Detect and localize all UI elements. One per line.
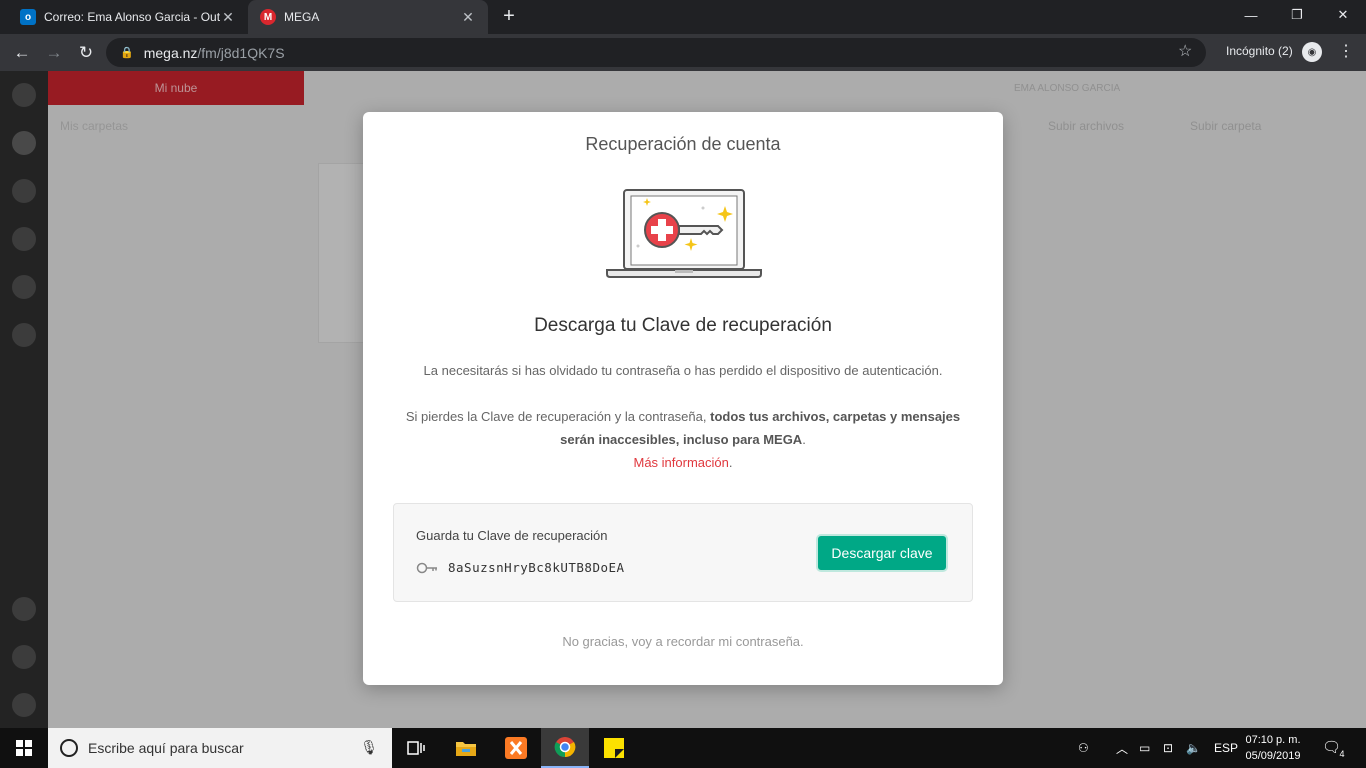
chrome-taskbar-button[interactable]	[541, 728, 589, 768]
clock-date: 05/09/2019	[1245, 750, 1301, 762]
tab-title: Correo: Ema Alonso Garcia - Outl	[44, 10, 220, 24]
tab-outlook[interactable]: o Correo: Ema Alonso Garcia - Outl ✕	[8, 0, 248, 34]
microphone-icon[interactable]: 🎙	[360, 739, 378, 756]
clock-time: 07:10 p. m.	[1245, 734, 1301, 746]
browser-toolbar: ← → ↻ 🔒 mega.nz/fm/j8d1QK7S	[0, 34, 1366, 71]
search-placeholder: Escribe aquí para buscar	[88, 740, 244, 756]
more-info-link[interactable]: Más información	[634, 455, 729, 470]
dialog-paragraph-1: La necesitarás si has olvidado tu contra…	[423, 363, 943, 378]
tab-title: MEGA	[284, 10, 320, 24]
new-tab-button[interactable]: +	[498, 6, 520, 28]
task-view-icon	[407, 741, 425, 755]
volume-icon[interactable]: 🔈	[1186, 728, 1201, 768]
sticky-notes-button[interactable]	[590, 728, 638, 768]
save-key-label: Guarda tu Clave de recuperación	[416, 528, 608, 543]
back-button[interactable]: ←	[10, 41, 34, 65]
chrome-icon	[554, 737, 576, 758]
recovery-key-box: Guarda tu Clave de recuperación 8aSuzsnH…	[393, 503, 973, 602]
more-info-end: .	[728, 455, 733, 470]
recovery-key-value[interactable]: 8aSuzsnHryBc8kUTB8DoEA	[448, 560, 625, 575]
xampp-icon	[505, 737, 527, 759]
key-icon	[416, 562, 437, 573]
show-hidden-icons[interactable]: ︿	[1116, 728, 1128, 768]
system-clock[interactable]: 07:10 p. m. 05/09/2019	[1240, 732, 1306, 764]
url-path: /fm/j8d1QK7S	[197, 44, 285, 61]
url-host: mega.nz	[143, 44, 198, 61]
notification-badge: 4	[1336, 748, 1348, 760]
outlook-icon: o	[20, 9, 36, 25]
recovery-key-row: 8aSuzsnHryBc8kUTB8DoEA	[416, 560, 625, 575]
minimize-button[interactable]: —	[1228, 0, 1274, 30]
task-view-button[interactable]	[392, 728, 440, 768]
battery-icon[interactable]: ▭	[1139, 728, 1150, 768]
reload-button[interactable]: ↻	[74, 41, 98, 65]
dialog-heading: Descarga tu Clave de recuperación	[534, 315, 832, 336]
recovery-key-dialog: Recuperación de cuenta Descarga tu Clave…	[363, 112, 1003, 685]
restore-button[interactable]: ❐	[1274, 0, 1320, 30]
laptop-key-illustration	[606, 189, 762, 278]
file-explorer-button[interactable]	[442, 728, 490, 768]
mega-icon: M	[260, 9, 276, 25]
windows-taskbar: Escribe aquí para buscar 🎙 ⚇ ︿ ▭ ⊡ 🔈 ESP…	[0, 728, 1366, 768]
browser-menu-icon[interactable]: ⋮	[1338, 41, 1354, 61]
xampp-button[interactable]	[492, 728, 540, 768]
sticky-notes-icon	[604, 738, 624, 758]
decline-link[interactable]: No gracias, voy a recordar mi contraseña…	[363, 634, 1003, 649]
close-tab-icon[interactable]: ✕	[460, 9, 476, 26]
incognito-label[interactable]: Incógnito (2)	[1226, 44, 1293, 58]
people-icon[interactable]: ⚇	[1078, 728, 1089, 768]
close-window-button[interactable]: ✕	[1320, 0, 1366, 30]
start-button[interactable]	[0, 728, 48, 768]
close-tab-icon[interactable]: ✕	[220, 9, 236, 26]
dialog-title: Recuperación de cuenta	[585, 134, 781, 154]
warning-end: .	[802, 432, 806, 447]
incognito-icon[interactable]: ◉	[1302, 42, 1322, 62]
bookmark-star-icon[interactable]: ☆	[1178, 41, 1192, 61]
lock-icon: 🔒	[120, 47, 134, 59]
warning-text: Si pierdes la Clave de recuperación y la…	[405, 409, 707, 424]
taskbar-search[interactable]: Escribe aquí para buscar 🎙	[48, 728, 392, 768]
windows-logo-icon	[16, 740, 32, 756]
browser-tab-strip: o Correo: Ema Alonso Garcia - Outl ✕ M M…	[0, 0, 1366, 34]
language-indicator[interactable]: ESP	[1214, 728, 1238, 768]
forward-button[interactable]: →	[42, 41, 66, 65]
network-icon[interactable]: ⊡	[1163, 728, 1173, 768]
tab-mega[interactable]: M MEGA ✕	[248, 0, 488, 34]
address-bar[interactable]: 🔒 mega.nz/fm/j8d1QK7S	[106, 38, 1206, 67]
folder-icon	[456, 742, 476, 756]
download-key-button[interactable]: Descargar clave	[816, 534, 948, 572]
dialog-paragraph-2: Si pierdes la Clave de recuperación y la…	[393, 405, 973, 474]
cortana-icon	[60, 739, 78, 757]
